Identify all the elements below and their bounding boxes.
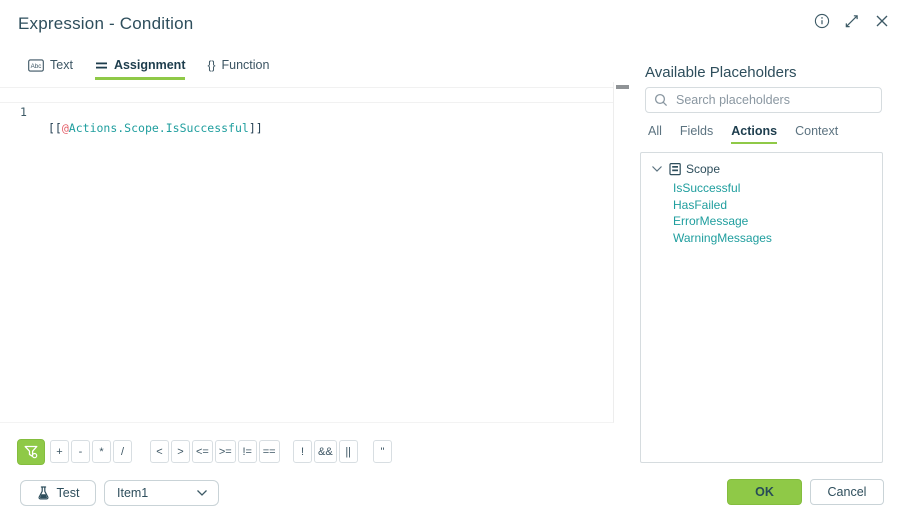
placeholder-search [645, 87, 882, 113]
tab-function[interactable]: {} Function [207, 58, 269, 80]
operator-button[interactable]: * [92, 440, 111, 463]
tree-node-scope[interactable]: Scope [650, 162, 882, 176]
operator-group-logical: ! && || [293, 440, 358, 463]
editor-tab-bar: Abc Text Assignment {} Function [28, 58, 269, 80]
operator-button[interactable]: != [237, 440, 257, 463]
window-controls [813, 12, 890, 29]
svg-text:Abc: Abc [31, 63, 42, 70]
operator-group-arithmetic: + - * / [50, 440, 132, 463]
code-editor[interactable]: 1 [[@Actions.Scope.IsSuccessful]] [0, 82, 614, 423]
token-path: Actions.Scope.IsSuccessful [68, 121, 249, 135]
tree-leaf[interactable]: ErrorMessage [673, 213, 882, 230]
token-close-bracket: ]] [248, 121, 263, 135]
tab-label: Text [50, 58, 73, 72]
ph-tab-fields[interactable]: Fields [680, 124, 713, 144]
line-number: 1 [20, 105, 27, 119]
operator-button[interactable]: < [150, 440, 169, 463]
code-line-1: 1 [[@Actions.Scope.IsSuccessful]] [0, 87, 613, 135]
tab-text[interactable]: Abc Text [28, 58, 73, 80]
operator-button[interactable]: && [314, 440, 337, 463]
close-icon[interactable] [873, 12, 890, 29]
scope-icon [669, 163, 681, 176]
tree-leaf[interactable]: IsSuccessful [673, 180, 882, 197]
operator-button[interactable]: + [50, 440, 69, 463]
ph-tab-all[interactable]: All [648, 124, 662, 144]
tree-leaf[interactable]: WarningMessages [673, 230, 882, 247]
tab-label: Function [221, 58, 270, 72]
filter-button[interactable] [17, 439, 45, 465]
tab-assignment[interactable]: Assignment [94, 58, 186, 80]
token-at: @ [61, 121, 69, 135]
operator-button[interactable]: - [71, 440, 90, 463]
equals-icon [95, 62, 107, 68]
filter-funnel-icon [24, 445, 38, 459]
test-button[interactable]: Test [20, 480, 96, 506]
operator-button[interactable]: <= [192, 440, 213, 463]
search-input[interactable] [676, 93, 873, 107]
cancel-button[interactable]: Cancel [810, 479, 884, 505]
abc-icon: Abc [28, 58, 44, 72]
placeholder-tab-bar: All Fields Actions Context [648, 124, 838, 144]
tree-leaf[interactable]: HasFailed [673, 197, 882, 214]
test-button-label: Test [56, 486, 80, 500]
search-icon [654, 93, 668, 107]
ok-button[interactable]: OK [727, 479, 802, 505]
ph-tab-context[interactable]: Context [795, 124, 838, 144]
operator-group-quote: " [373, 440, 392, 463]
operator-button[interactable]: ! [293, 440, 312, 463]
operator-button[interactable]: == [258, 440, 280, 463]
operator-group-comparison: < > <= >= != == [150, 440, 280, 463]
operator-button[interactable]: / [113, 440, 132, 463]
operator-button[interactable]: > [171, 440, 190, 463]
ph-tab-actions[interactable]: Actions [731, 124, 778, 144]
tree-children: IsSuccessful HasFailed ErrorMessage Warn… [673, 180, 882, 246]
info-icon[interactable] [813, 12, 830, 29]
token-open-bracket: [[ [48, 121, 62, 135]
code-content: [[@Actions.Scope.IsSuccessful]] [48, 120, 263, 136]
item-select-value: Item1 [117, 486, 149, 500]
item-select-dropdown[interactable]: Item1 [104, 480, 219, 506]
placeholders-panel-title: Available Placeholders [645, 64, 797, 81]
flask-icon [37, 486, 49, 500]
tree-node-label: Scope [686, 162, 721, 176]
operator-button[interactable]: >= [214, 440, 236, 463]
placeholder-tree: Scope IsSuccessful HasFailed ErrorMessag… [640, 152, 883, 463]
expand-icon[interactable] [843, 12, 860, 29]
operator-button[interactable]: " [373, 440, 392, 463]
braces-icon: {} [207, 58, 216, 72]
chevron-down-icon [197, 490, 207, 496]
expression-dialog: Expression - Condition Abc Text Assignme… [0, 0, 903, 519]
chevron-down-icon [652, 166, 662, 172]
scrollbar-thumb[interactable] [616, 85, 629, 89]
operator-button[interactable]: || [338, 440, 358, 463]
page-title: Expression - Condition [18, 14, 194, 33]
tab-label: Assignment [113, 58, 186, 72]
